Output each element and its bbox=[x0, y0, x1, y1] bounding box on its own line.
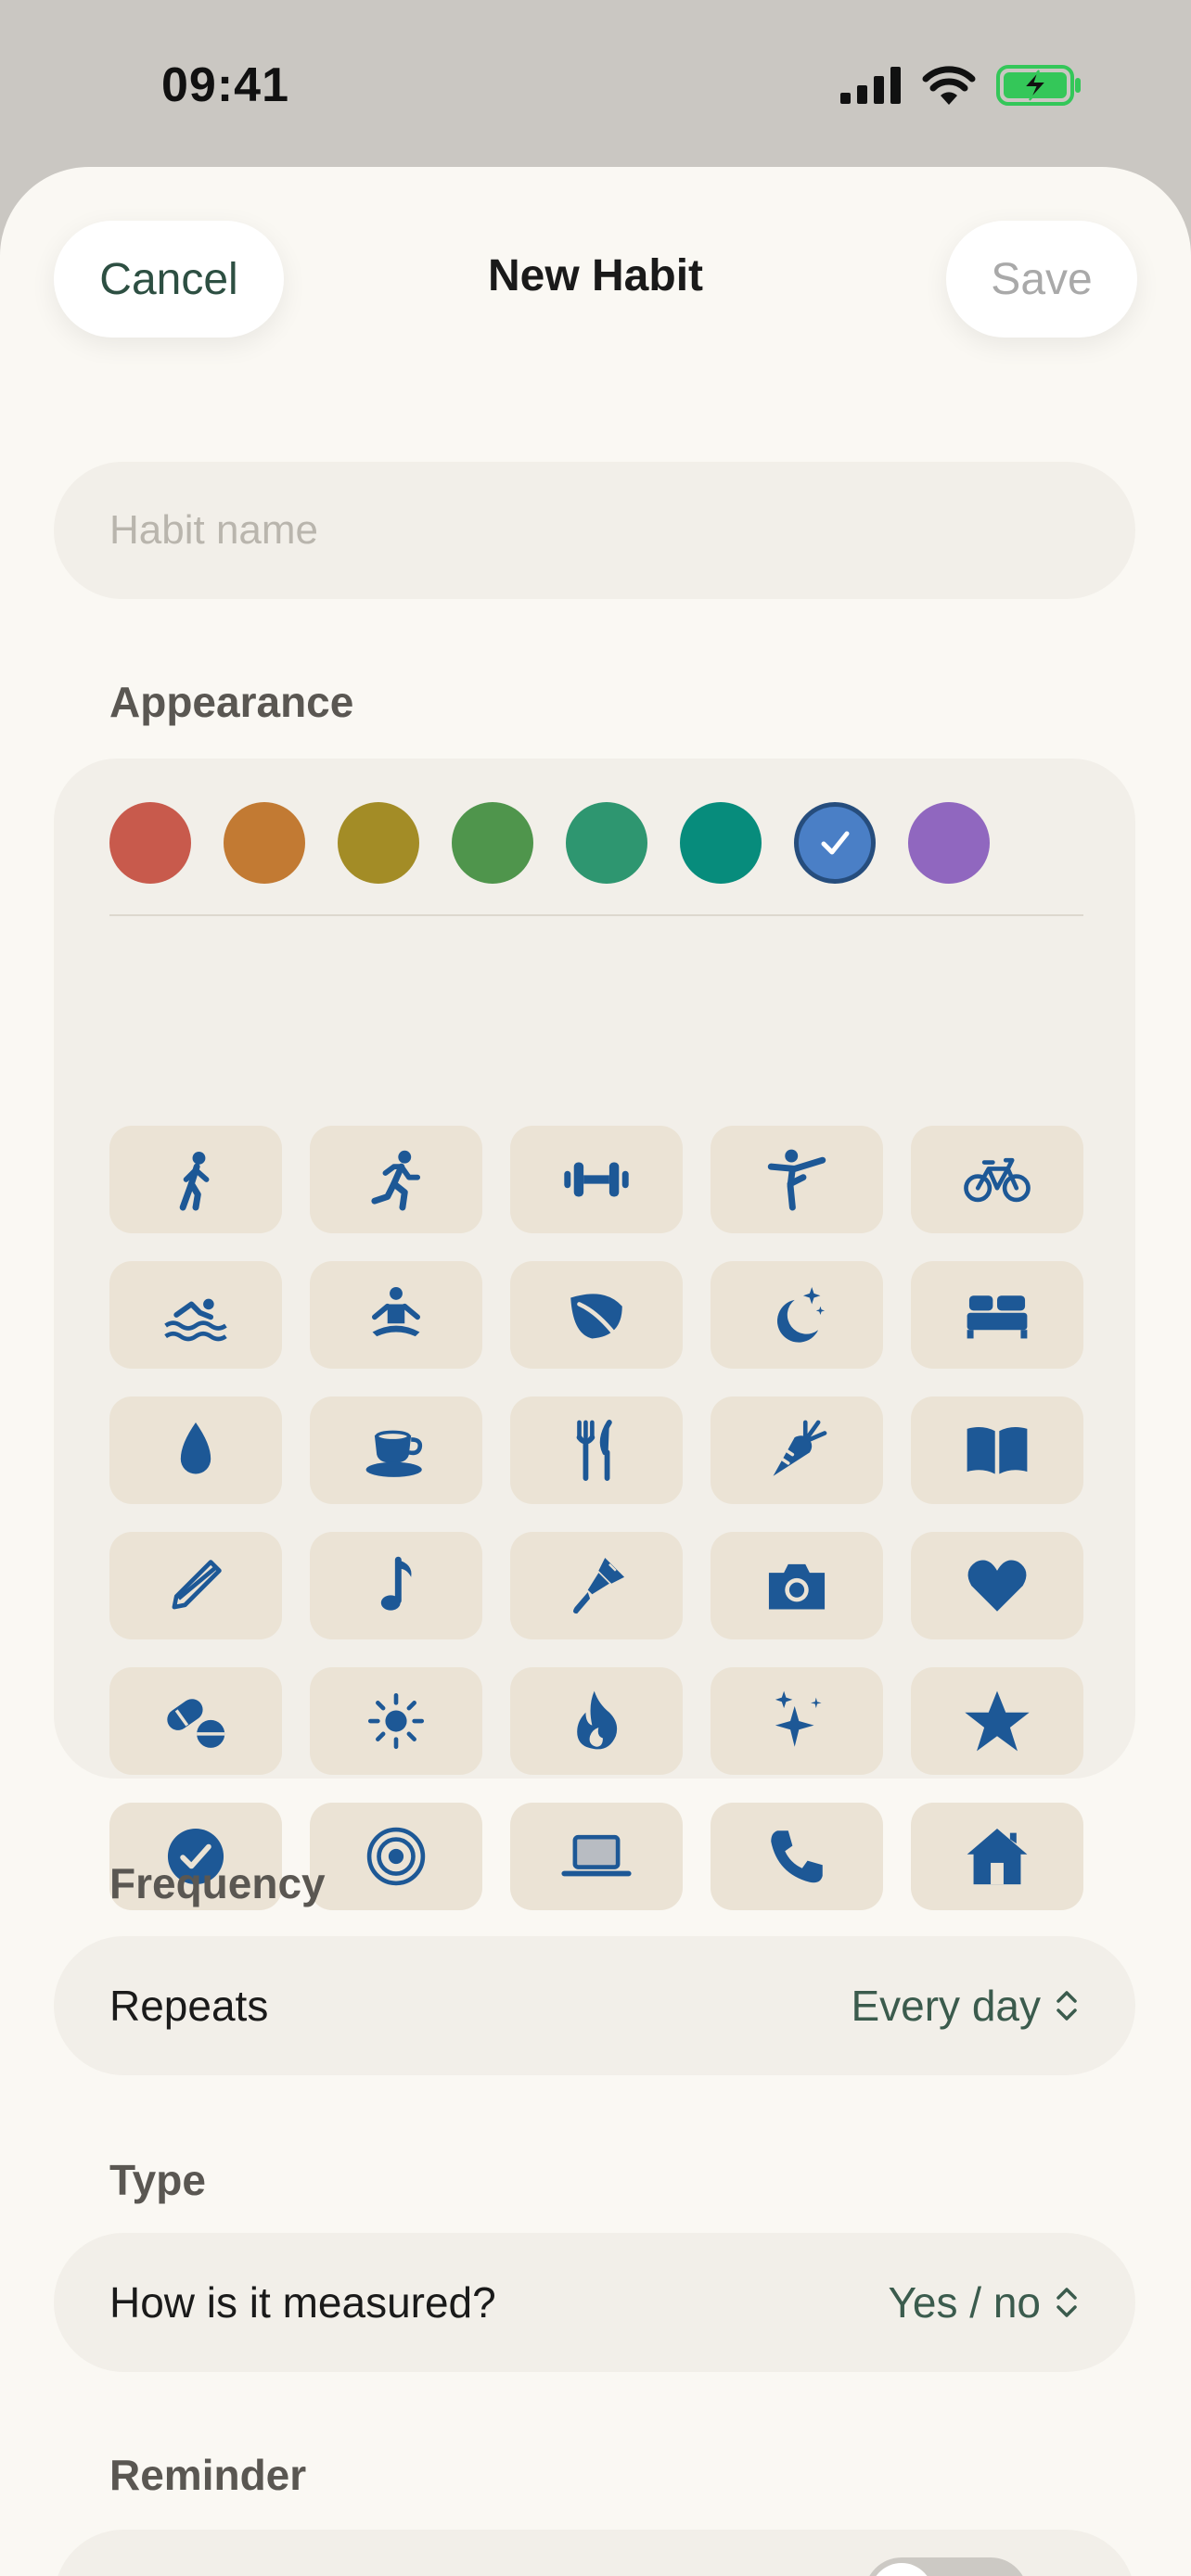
measurement-type-row-label: How is it measured? bbox=[109, 2278, 496, 2327]
house-icon bbox=[967, 1828, 1028, 1885]
status-bar: 09:41 bbox=[0, 0, 1191, 167]
icon-option-cup[interactable] bbox=[310, 1396, 482, 1504]
icon-option-moon-stars[interactable] bbox=[711, 1261, 883, 1369]
color-swatch-orange[interactable] bbox=[224, 802, 305, 884]
camera-icon bbox=[768, 1563, 826, 1610]
wifi-icon bbox=[922, 66, 976, 105]
icon-option-target[interactable] bbox=[310, 1803, 482, 1910]
target-icon bbox=[366, 1827, 426, 1886]
fork-knife-icon bbox=[576, 1420, 612, 1481]
cellular-signal-icon bbox=[840, 67, 901, 104]
icon-option-music-note[interactable] bbox=[310, 1532, 482, 1639]
icon-option-sun[interactable] bbox=[310, 1667, 482, 1775]
habit-name-placeholder: Habit name bbox=[109, 507, 319, 553]
icon-option-camera[interactable] bbox=[711, 1532, 883, 1639]
reminder-row bbox=[54, 2530, 1135, 2576]
checkmark-icon bbox=[821, 831, 850, 855]
chevron-up-down-icon bbox=[1057, 2288, 1077, 2317]
color-swatch-green[interactable] bbox=[452, 802, 533, 884]
chevron-up-down-icon bbox=[1057, 1991, 1077, 2021]
pills-icon bbox=[167, 1699, 225, 1748]
stretching-icon bbox=[767, 1149, 826, 1211]
battery-charging-icon bbox=[996, 65, 1081, 106]
color-swatch-teal[interactable] bbox=[680, 802, 762, 884]
status-icons bbox=[840, 65, 1082, 106]
reminder-toggle[interactable] bbox=[864, 2557, 1028, 2576]
leaf-icon bbox=[570, 1294, 622, 1341]
bicycle-icon bbox=[964, 1157, 1031, 1203]
icon-option-flame[interactable] bbox=[510, 1667, 683, 1775]
new-habit-sheet: Cancel New Habit Save Habit name Appeara… bbox=[0, 167, 1191, 2576]
icon-option-book[interactable] bbox=[911, 1396, 1083, 1504]
color-swatch-blue[interactable] bbox=[794, 802, 876, 884]
icon-option-laptop[interactable] bbox=[510, 1803, 683, 1910]
icon-option-walking[interactable] bbox=[109, 1126, 282, 1233]
icon-option-bed[interactable] bbox=[911, 1261, 1083, 1369]
icon-option-pencil[interactable] bbox=[109, 1532, 282, 1639]
icon-option-phone[interactable] bbox=[711, 1803, 883, 1910]
dumbbell-icon bbox=[564, 1162, 629, 1197]
icon-option-bicycle[interactable] bbox=[911, 1126, 1083, 1233]
repeats-value[interactable]: Every day bbox=[851, 1981, 1080, 2031]
icon-option-stretching[interactable] bbox=[711, 1126, 883, 1233]
icon-option-fork-knife[interactable] bbox=[510, 1396, 683, 1504]
book-icon bbox=[967, 1427, 1028, 1474]
icon-option-sparkles[interactable] bbox=[711, 1667, 883, 1775]
appearance-card bbox=[54, 759, 1135, 1910]
measurement-type-row[interactable]: How is it measured? Yes / no bbox=[54, 2233, 1135, 2372]
paintbrush-icon bbox=[573, 1557, 625, 1614]
save-button[interactable]: Save bbox=[946, 221, 1137, 338]
color-swatch-emerald[interactable] bbox=[566, 802, 647, 884]
walking-icon bbox=[179, 1151, 210, 1211]
moon-stars-icon bbox=[776, 1286, 826, 1343]
bed-icon bbox=[967, 1295, 1028, 1339]
divider bbox=[109, 914, 1083, 916]
icon-option-running[interactable] bbox=[310, 1126, 482, 1233]
repeats-value-text: Every day bbox=[851, 1982, 1041, 2030]
meditation-icon bbox=[371, 1286, 421, 1337]
color-swatch-red[interactable] bbox=[109, 802, 191, 884]
habit-name-input[interactable]: Habit name bbox=[54, 462, 1135, 599]
frequency-label: Frequency bbox=[109, 1859, 326, 1907]
star-icon bbox=[965, 1690, 1030, 1752]
sparkles-icon bbox=[775, 1690, 822, 1747]
icon-option-paintbrush[interactable] bbox=[510, 1532, 683, 1639]
type-label: Type bbox=[109, 2156, 206, 2204]
icon-option-carrot[interactable] bbox=[711, 1396, 883, 1504]
repeats-row-label: Repeats bbox=[109, 1982, 269, 2030]
repeats-row[interactable]: Repeats Every day bbox=[54, 1936, 1135, 2075]
icon-option-pills[interactable] bbox=[109, 1667, 282, 1775]
icon-option-leaf[interactable] bbox=[510, 1261, 683, 1369]
laptop-icon bbox=[561, 1834, 632, 1877]
running-icon bbox=[371, 1150, 421, 1211]
water-drop-icon bbox=[180, 1422, 211, 1474]
icon-option-water-drop[interactable] bbox=[109, 1396, 282, 1504]
color-swatch-mustard[interactable] bbox=[338, 802, 419, 884]
measurement-type-value-text: Yes / no bbox=[888, 2278, 1041, 2327]
icon-option-meditation[interactable] bbox=[310, 1261, 482, 1369]
icon-option-heart[interactable] bbox=[911, 1532, 1083, 1639]
appearance-label: Appearance bbox=[109, 678, 354, 726]
heart-icon bbox=[967, 1560, 1027, 1612]
icon-option-star[interactable] bbox=[911, 1667, 1083, 1775]
icon-option-swimming[interactable] bbox=[109, 1261, 282, 1369]
cup-icon bbox=[365, 1430, 423, 1477]
color-swatch-purple[interactable] bbox=[908, 802, 990, 884]
music-note-icon bbox=[380, 1556, 412, 1611]
icon-option-house[interactable] bbox=[911, 1803, 1083, 1910]
icon-option-dumbbell[interactable] bbox=[510, 1126, 683, 1233]
flame-icon bbox=[577, 1690, 618, 1750]
pencil-icon bbox=[172, 1560, 222, 1610]
carrot-icon bbox=[773, 1420, 827, 1476]
toggle-knob bbox=[870, 2563, 933, 2576]
sun-icon bbox=[367, 1692, 425, 1750]
status-time: 09:41 bbox=[161, 58, 289, 112]
phone-icon bbox=[771, 1830, 823, 1883]
measurement-type-value[interactable]: Yes / no bbox=[888, 2277, 1080, 2327]
reminder-label: Reminder bbox=[109, 2451, 307, 2499]
swimming-icon bbox=[164, 1298, 227, 1342]
